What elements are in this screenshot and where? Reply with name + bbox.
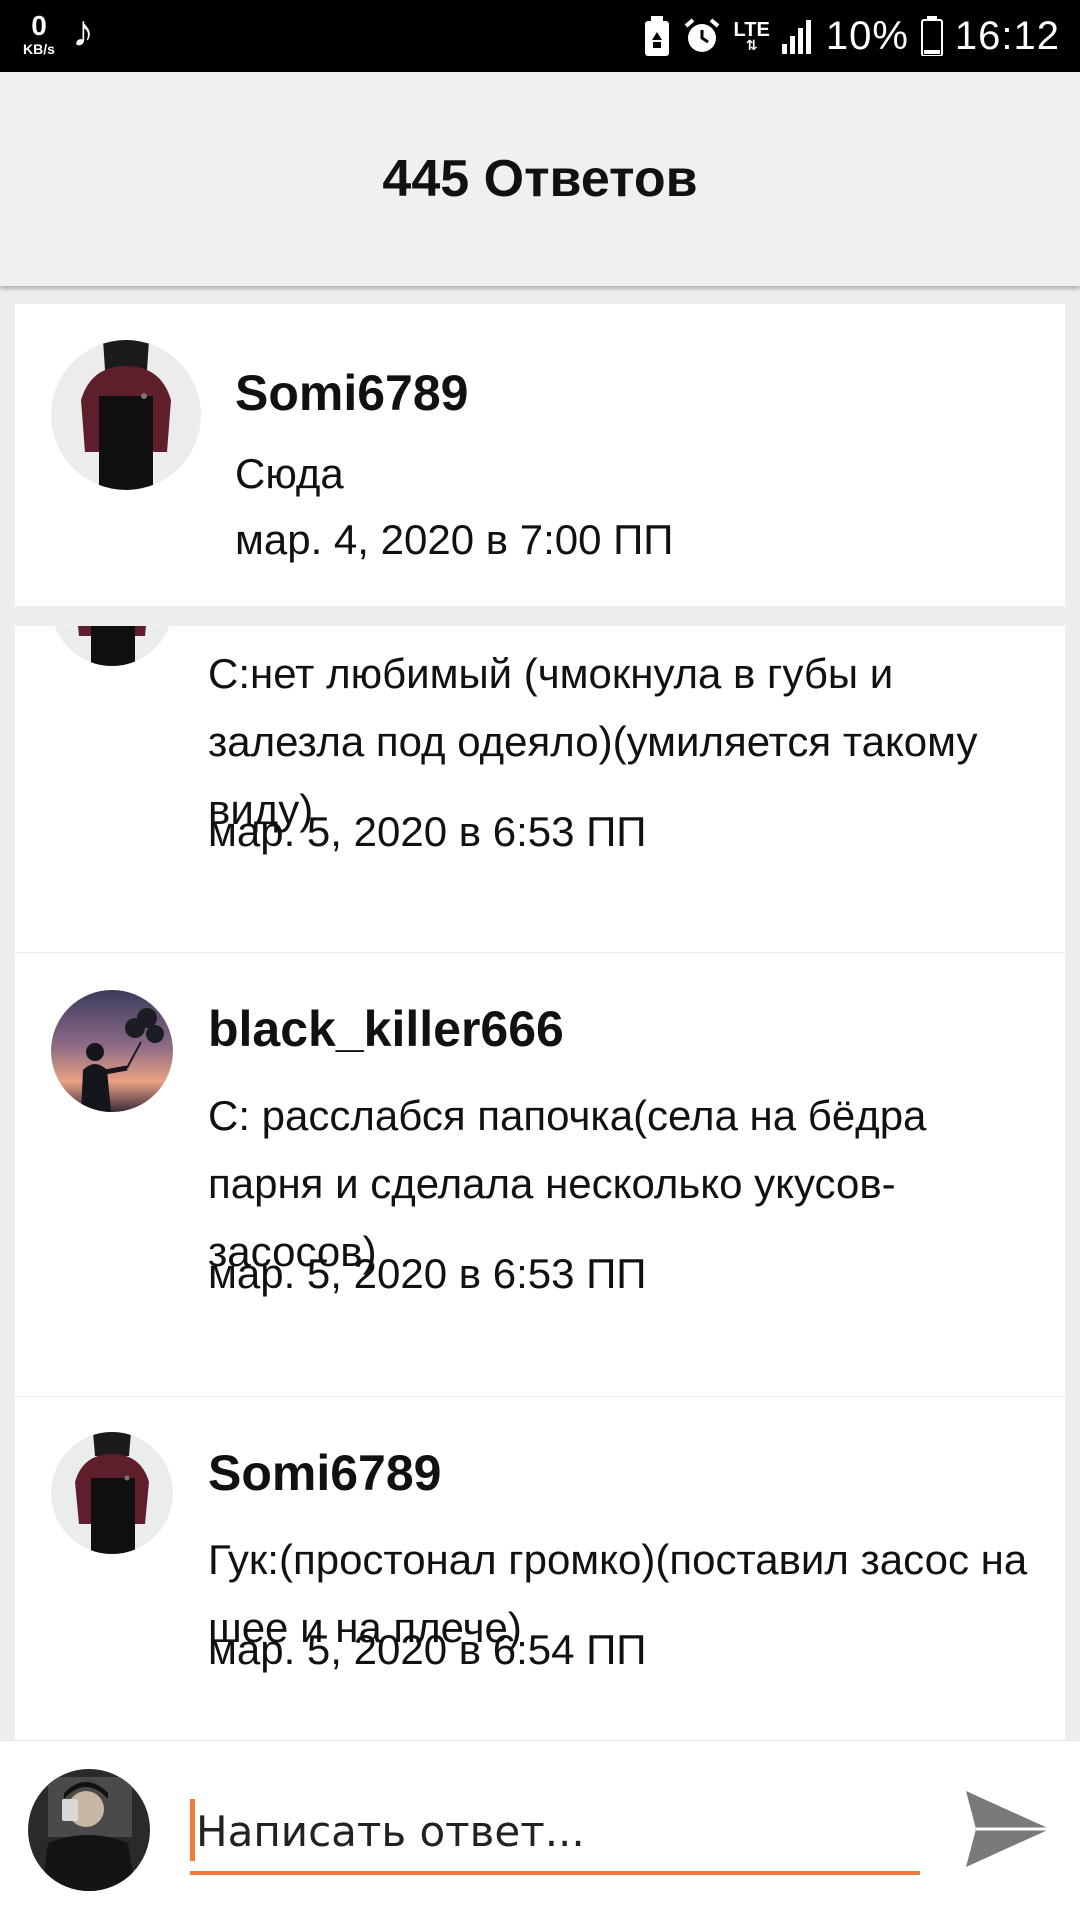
divider [15,952,1065,953]
text-caret [190,1799,195,1861]
music-note-icon: ♪ [72,7,94,56]
network-speed-value: 0 [31,10,47,41]
post-timestamp: мар. 4, 2020 в 7:00 ПП [235,516,674,563]
network-speed: 0 KB/s [14,10,64,57]
network-type: LTE [733,18,770,41]
status-icons: LTE ⇅ 10% 16:12 [644,0,1060,72]
battery-icon [920,16,943,56]
current-user-avatar[interactable] [28,1769,150,1891]
reply-composer [0,1740,1080,1921]
replies-scroll-area[interactable]: Somi6789 Сюда мар. 4, 2020 в 7:00 ПП С:н… [0,286,1080,1740]
avatar[interactable] [51,1432,173,1554]
replies-header: 445 Ответов [0,72,1080,286]
send-button[interactable] [958,1779,1058,1879]
avatar[interactable] [51,990,173,1112]
send-icon [966,1791,1050,1867]
reply-username[interactable]: Somi6789 [208,1444,441,1502]
alarm-icon [682,16,722,56]
network-speed-unit: KB/s [23,41,55,57]
reply-timestamp: мар. 5, 2020 в 6:53 ПП [208,1250,647,1297]
avatar[interactable] [51,626,173,666]
reply-timestamp: мар. 5, 2020 в 6:54 ПП [208,1626,647,1673]
replies-list: С:нет любимый (чмокнула в губы и залезла… [15,626,1065,1740]
battery-percent: 10% [825,14,909,58]
clock-time: 16:12 [954,14,1060,58]
page-title: 445 Ответов [382,150,698,208]
reply-username[interactable]: black_killer666 [208,1000,564,1058]
status-bar: 0 KB/s ♪ LTE ⇅ 10% 16:12 [0,0,1080,72]
post-text: Сюда [235,450,344,497]
divider [15,1396,1065,1397]
post-username[interactable]: Somi6789 [235,364,468,422]
reply-input[interactable] [190,1791,920,1875]
lte-indicator: LTE ⇅ [733,18,770,53]
avatar[interactable] [51,340,201,490]
original-post-card: Somi6789 Сюда мар. 4, 2020 в 7:00 ПП [15,304,1065,606]
signal-bars-icon [781,18,814,54]
reply-timestamp: мар. 5, 2020 в 6:53 ПП [208,808,647,855]
battery-saver-icon [644,16,670,56]
